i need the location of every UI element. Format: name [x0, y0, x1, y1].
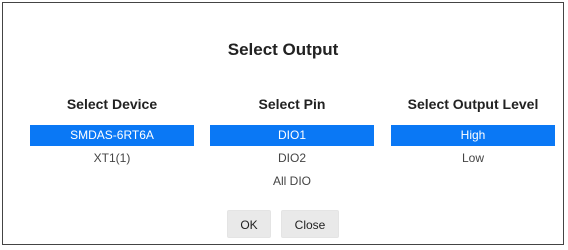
device-option-xt1-1[interactable]: XT1(1)	[30, 148, 194, 169]
pin-column: Select Pin DIO1 DIO2 All DIO	[210, 93, 374, 192]
select-output-dialog: Select Output Select Device SMDAS-6RT6A …	[2, 2, 564, 245]
ok-button[interactable]: OK	[227, 210, 271, 238]
level-column-header: Select Output Level	[407, 96, 539, 112]
level-option-low[interactable]: Low	[391, 148, 555, 169]
pin-option-dio1[interactable]: DIO1	[210, 125, 374, 146]
pin-list: DIO1 DIO2 All DIO	[210, 125, 374, 192]
device-column-header: Select Device	[66, 96, 158, 112]
pin-column-header: Select Pin	[258, 96, 326, 112]
pin-option-dio2[interactable]: DIO2	[210, 148, 374, 169]
level-option-high[interactable]: High	[391, 125, 555, 146]
dialog-title: Select Output	[227, 40, 339, 59]
device-column: Select Device SMDAS-6RT6A XT1(1)	[30, 93, 194, 169]
level-column: Select Output Level High Low	[391, 93, 555, 169]
level-list: High Low	[391, 125, 555, 169]
close-button[interactable]: Close	[281, 210, 339, 238]
pin-option-all-dio[interactable]: All DIO	[210, 171, 374, 192]
dialog-buttons: OK Close	[3, 210, 563, 238]
device-option-smdas-6rt6a[interactable]: SMDAS-6RT6A	[30, 125, 194, 146]
device-list: SMDAS-6RT6A XT1(1)	[30, 125, 194, 169]
